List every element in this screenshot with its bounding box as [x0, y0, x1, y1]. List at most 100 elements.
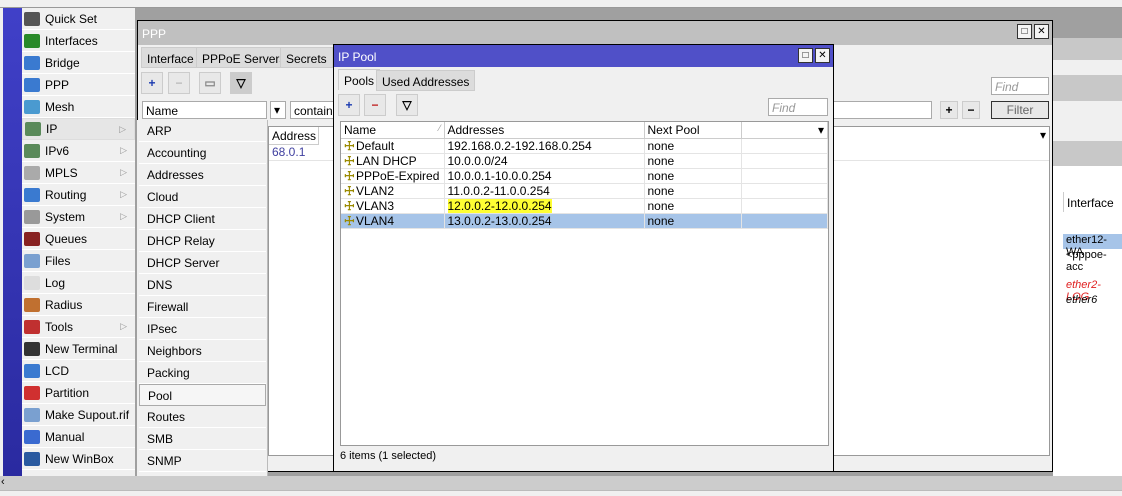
sidebar-item-ppp[interactable]: PPP — [22, 74, 135, 96]
column-menu-icon[interactable]: ▾ — [741, 122, 828, 139]
maximize-icon[interactable]: □ — [798, 48, 813, 63]
quick-set-icon — [24, 11, 40, 26]
ppp-title-bar[interactable]: PPP □ ✕ — [138, 21, 1052, 45]
add-button[interactable]: + — [141, 72, 163, 94]
filter-field-dropdown[interactable]: ▾ — [270, 101, 286, 119]
ip-menu-item-accounting[interactable]: Accounting — [139, 142, 266, 164]
remove-button[interactable]: − — [364, 94, 386, 116]
ip-menu-item-cloud[interactable]: Cloud — [139, 186, 266, 208]
sidebar-item-queues[interactable]: Queues — [22, 228, 135, 250]
filter-add-button[interactable]: + — [940, 101, 958, 119]
pool-icon: ☩ — [344, 138, 355, 153]
ip-menu-item-addresses[interactable]: Addresses — [139, 164, 266, 186]
winbox-icon — [24, 451, 40, 466]
sidebar-item-tools[interactable]: Tools ▷ — [22, 316, 135, 338]
sidebar-item-quick-set[interactable]: Quick Set — [22, 8, 135, 30]
tab-secrets[interactable]: Secrets — [280, 47, 333, 68]
sidebar-item-partition[interactable]: Partition — [22, 382, 135, 404]
filter-icon[interactable]: ▽ — [230, 72, 252, 94]
comment-button[interactable]: ▭ — [199, 72, 221, 94]
ip-menu-item-dhcp-client[interactable]: DHCP Client — [139, 208, 266, 230]
ppp-find-input[interactable]: Find — [991, 77, 1049, 95]
ip-menu-item-routes[interactable]: Routes — [139, 406, 266, 428]
pool-next: none — [644, 183, 742, 199]
column-menu-icon[interactable]: ▾ — [1040, 128, 1046, 142]
pool-name: Default — [356, 138, 395, 153]
sidebar-item-ip[interactable]: IP ▷ — [22, 118, 135, 140]
filter-remove-button[interactable]: − — [962, 101, 980, 119]
sidebar-item-label: Radius — [45, 297, 83, 312]
bridge-icon — [24, 55, 40, 70]
close-icon[interactable]: ✕ — [1034, 24, 1049, 39]
pool-row[interactable]: ☩VLAN3 12.0.0.2-12.0.0.254 none — [341, 198, 828, 214]
bg-row-interface[interactable]: ether12-WA — [1063, 234, 1122, 258]
ip-pool-title-bar[interactable]: IP Pool □ ✕ — [334, 45, 833, 67]
tab-pools[interactable]: Pools — [338, 69, 381, 90]
pool-row[interactable]: ☩LAN DHCP 10.0.0.0/24 none — [341, 153, 828, 169]
filter-icon[interactable]: ▽ — [396, 94, 418, 116]
col-addresses[interactable]: Addresses — [444, 122, 645, 139]
sidebar-item-mesh[interactable]: Mesh — [22, 96, 135, 118]
sidebar-item-routing[interactable]: Routing ▷ — [22, 184, 135, 206]
remove-button[interactable]: − — [168, 72, 190, 94]
horizontal-scrollbar[interactable]: ‹ — [0, 476, 1122, 490]
sidebar-item-new-winbox[interactable]: New WinBox — [22, 448, 135, 470]
terminal-icon — [24, 341, 40, 356]
file-icon — [24, 407, 40, 422]
sidebar-item-label: Interfaces — [45, 33, 98, 48]
sidebar-item-radius[interactable]: Radius — [22, 294, 135, 316]
pool-name: LAN DHCP — [356, 153, 417, 168]
ip-menu-item-smb[interactable]: SMB — [139, 428, 266, 450]
ip-menu-item-snmp[interactable]: SNMP — [139, 450, 266, 472]
pool-find-input[interactable]: Find — [768, 98, 828, 116]
pool-row[interactable]: ☩VLAN4 13.0.0.2-13.0.0.254 none — [341, 213, 828, 229]
col-name[interactable]: Name ⁄ — [341, 122, 445, 139]
bg-row-interface[interactable]: <pppoe-acc — [1063, 249, 1122, 273]
ppp-title: PPP — [142, 27, 167, 41]
bg-row-interface[interactable]: ether2-LOG — [1063, 279, 1122, 303]
pool-addresses: 10.0.0.0/24 — [447, 153, 508, 168]
submenu-arrow-icon: ▷ — [120, 145, 127, 155]
pool-row[interactable]: ☩VLAN2 11.0.0.2-11.0.0.254 none — [341, 183, 828, 199]
scroll-left-icon[interactable]: ‹ — [1, 476, 5, 488]
pool-row[interactable]: ☩Default 192.168.0.2-192.168.0.254 none — [341, 138, 828, 154]
ip-menu-item-pool[interactable]: Pool — [139, 384, 266, 406]
ip-menu-item-arp[interactable]: ARP — [139, 120, 266, 142]
ip-menu-item-dhcp-relay[interactable]: DHCP Relay — [139, 230, 266, 252]
sidebar-item-label: System — [45, 209, 86, 224]
maximize-icon[interactable]: □ — [1017, 24, 1032, 39]
sidebar-item-system[interactable]: System ▷ — [22, 206, 135, 228]
sidebar-item-files[interactable]: Files — [22, 250, 135, 272]
sidebar-item-ipv6[interactable]: IPv6 ▷ — [22, 140, 135, 162]
add-button[interactable]: + — [338, 94, 360, 116]
ip-menu-item-dhcp-server[interactable]: DHCP Server — [139, 252, 266, 274]
pool-row[interactable]: ☩PPPoE-Expired 10.0.0.1-10.0.0.254 none — [341, 168, 828, 184]
col-next-pool[interactable]: Next Pool — [644, 122, 742, 139]
ip-menu-item-neighbors[interactable]: Neighbors — [139, 340, 266, 362]
partition-icon — [24, 385, 40, 400]
sidebar-item-make-supout-rif[interactable]: Make Supout.rif — [22, 404, 135, 426]
tab-used-addresses[interactable]: Used Addresses — [376, 70, 476, 91]
sidebar-item-bridge[interactable]: Bridge — [22, 52, 135, 74]
tab-interface[interactable]: Interface — [141, 47, 200, 68]
tab-pppoe-servers[interactable]: PPPoE Servers — [196, 47, 292, 68]
ppp-icon — [24, 77, 40, 92]
sidebar-item-lcd[interactable]: LCD — [22, 360, 135, 382]
ip-menu-item-ipsec[interactable]: IPsec — [139, 318, 266, 340]
ip-menu-item-packing[interactable]: Packing — [139, 362, 266, 384]
sidebar-item-log[interactable]: Log — [22, 272, 135, 294]
bg-row-interface[interactable]: ether6 — [1063, 294, 1122, 309]
sidebar-item-label: New WinBox — [45, 451, 114, 466]
filter-field-select[interactable]: Name — [142, 101, 267, 119]
pool-icon: ☩ — [344, 168, 355, 183]
sidebar-item-mpls[interactable]: MPLS ▷ — [22, 162, 135, 184]
sidebar-item-manual[interactable]: Manual — [22, 426, 135, 448]
status-strip — [0, 490, 1122, 496]
sidebar-item-interfaces[interactable]: Interfaces — [22, 30, 135, 52]
close-icon[interactable]: ✕ — [815, 48, 830, 63]
ip-menu-item-dns[interactable]: DNS — [139, 274, 266, 296]
filter-button[interactable]: Filter — [991, 101, 1049, 119]
ip-menu-item-firewall[interactable]: Firewall — [139, 296, 266, 318]
ip-icon — [25, 122, 41, 136]
sidebar-item-new-terminal[interactable]: New Terminal — [22, 338, 135, 360]
